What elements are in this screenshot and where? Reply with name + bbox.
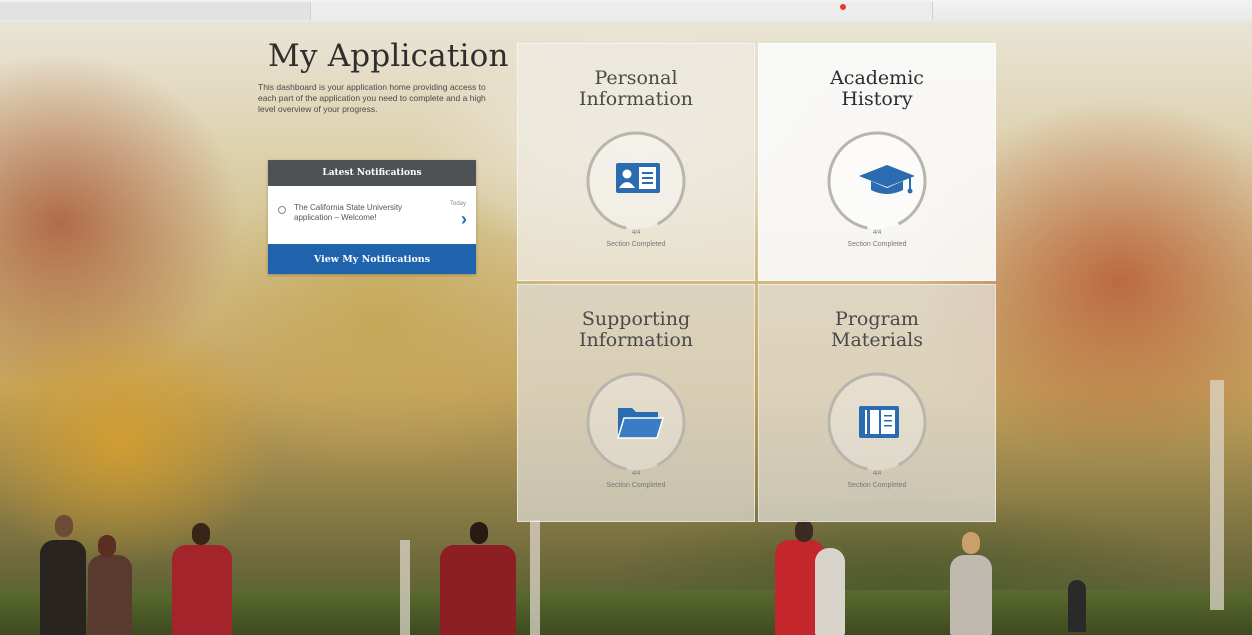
- progress-ring: [826, 130, 928, 232]
- tile-title: Personal Information: [518, 68, 754, 110]
- tile-title-line: Information: [578, 88, 694, 110]
- notification-time: Today: [449, 201, 466, 207]
- tile-title: Program Materials: [759, 309, 995, 351]
- section-count: 4/4: [872, 230, 882, 236]
- notification-dot-icon: [840, 4, 846, 10]
- person: [172, 545, 232, 635]
- tile-title-line: Program: [835, 308, 919, 330]
- tile-title-line: Supporting: [581, 308, 691, 330]
- tile-title-line: Personal: [594, 67, 678, 89]
- person: [40, 540, 86, 635]
- person: [815, 548, 845, 635]
- person: [88, 555, 132, 635]
- section-status: Section Completed: [606, 482, 666, 489]
- id-card-icon: [616, 163, 660, 199]
- person-head: [795, 520, 813, 542]
- view-notifications-button[interactable]: View My Notifications: [268, 244, 476, 274]
- progress-ring: [585, 371, 687, 473]
- progress-ring: [826, 371, 928, 473]
- section-count: 4/4: [872, 471, 882, 477]
- person: [1068, 580, 1086, 632]
- tile-personal-information[interactable]: Personal Information 4/4 Section Complet…: [517, 43, 755, 281]
- section-count: 4/4: [631, 230, 641, 236]
- section-status: Section Completed: [847, 241, 907, 248]
- tile-title-line: Materials: [831, 329, 923, 351]
- tree-trunk: [530, 520, 540, 635]
- notifications-panel: Latest Notifications The California Stat…: [268, 160, 476, 274]
- notification-item[interactable]: The California State University applicat…: [268, 186, 476, 244]
- tree-trunk: [400, 540, 410, 635]
- tile-title: Supporting Information: [518, 309, 754, 351]
- chevron-right-icon[interactable]: ›: [461, 210, 467, 228]
- person-head: [55, 515, 73, 537]
- browser-toolbar: [0, 0, 1252, 23]
- browser-tab[interactable]: [0, 2, 311, 20]
- person-head: [470, 522, 488, 544]
- person-head: [98, 535, 116, 557]
- notification-dot-icon: [278, 206, 286, 214]
- person-head: [192, 523, 210, 545]
- graduation-cap-icon: [857, 163, 915, 199]
- section-status: Section Completed: [606, 241, 666, 248]
- tile-program-materials[interactable]: Program Materials 4/4 Section Completed: [758, 284, 996, 522]
- notification-text: The California State University applicat…: [294, 203, 403, 222]
- tile-title-line: Academic: [830, 67, 924, 89]
- tile-academic-history[interactable]: Academic History 4/4 Section Completed: [758, 43, 996, 281]
- application-sections-grid: Personal Information 4/4 Section Complet…: [517, 43, 998, 523]
- tile-title-line: History: [841, 88, 913, 110]
- tile-title-line: Information: [578, 329, 694, 351]
- notifications-header: Latest Notifications: [268, 160, 476, 186]
- tree-trunk: [1210, 380, 1224, 610]
- progress-ring: [585, 130, 687, 232]
- person-head: [962, 532, 980, 554]
- page-title: My Application: [268, 38, 509, 74]
- folder-icon: [616, 404, 664, 440]
- person: [950, 555, 992, 635]
- person: [440, 545, 516, 635]
- page-intro: This dashboard is your application home …: [258, 82, 486, 114]
- tile-supporting-information[interactable]: Supporting Information 4/4 Section Compl…: [517, 284, 755, 522]
- book-icon: [857, 404, 899, 440]
- tile-title: Academic History: [759, 68, 995, 110]
- section-count: 4/4: [631, 471, 641, 477]
- section-status: Section Completed: [847, 482, 907, 489]
